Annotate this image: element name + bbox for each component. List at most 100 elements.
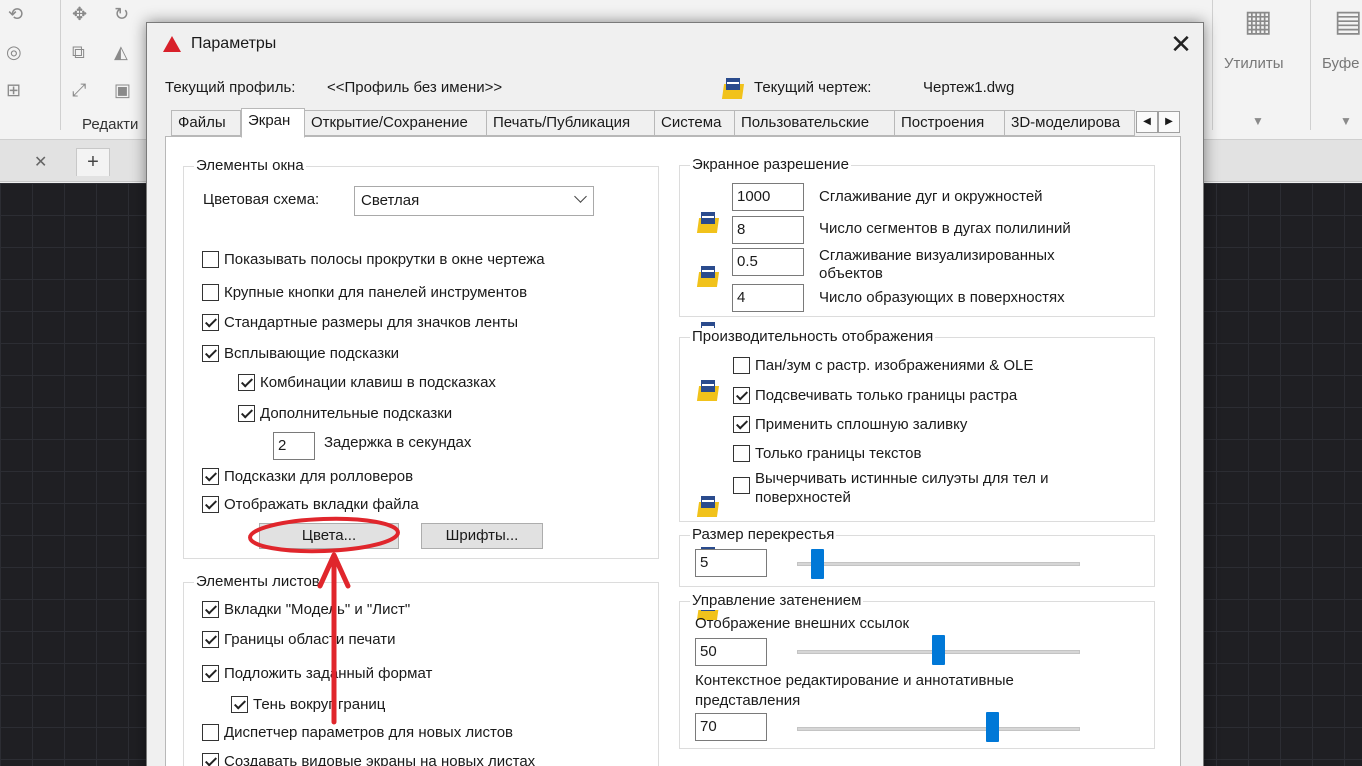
- tab-user-preferences[interactable]: Пользовательские: [735, 110, 895, 136]
- checkbox-large-buttons[interactable]: Крупные кнопки для панелей инструментов: [202, 284, 527, 301]
- crosshair-slider-thumb[interactable]: [810, 549, 824, 579]
- checkbox-ribbon-icons[interactable]: Стандартные размеры для значков ленты: [202, 314, 518, 331]
- inplace-slider-track[interactable]: [797, 727, 1080, 731]
- stretch-icon[interactable]: ⤢: [72, 80, 86, 101]
- checkbox-pan-zoom-raster[interactable]: Пан/зум с растр. изображениями & OLE: [733, 357, 1033, 374]
- tab-drafting[interactable]: Построения: [895, 110, 1005, 136]
- utilities-label[interactable]: Утилиты: [1224, 55, 1284, 72]
- checkbox[interactable]: [231, 696, 248, 713]
- checkbox-scrollbars[interactable]: Показывать полосы прокрутки в окне черте…: [202, 251, 545, 268]
- checkbox[interactable]: [733, 387, 750, 404]
- arc-smoothness-input[interactable]: 1000: [732, 183, 804, 211]
- polyline-segments-input[interactable]: 8: [732, 216, 804, 244]
- ribbon-panel-label[interactable]: Редакти: [82, 116, 138, 133]
- checkbox-true-silhouettes[interactable]: Вычерчивать истинные силуэты для тел и п…: [733, 469, 1093, 507]
- checkbox-paper-shadow[interactable]: Тень вокруг границ: [231, 696, 385, 713]
- checkbox-page-setup-manager[interactable]: Диспетчер параметров для новых листов: [202, 724, 513, 741]
- xref-fade-input[interactable]: 50: [695, 638, 767, 666]
- scale-icon[interactable]: ▣: [114, 80, 131, 101]
- tab-display[interactable]: Экран: [241, 108, 305, 138]
- xref-display-label: Отображение внешних ссылок: [695, 615, 910, 632]
- checkbox-label: Подложить заданный формат: [224, 665, 433, 682]
- tab-plot-publish[interactable]: Печать/Публикация: [487, 110, 655, 136]
- checkbox[interactable]: [202, 284, 219, 301]
- inplace-slider-thumb[interactable]: [986, 712, 999, 742]
- chevron-down-icon: [574, 190, 587, 203]
- checkbox[interactable]: [202, 724, 219, 741]
- contour-lines-label: Число образующих в поверхностях: [819, 289, 1065, 306]
- checkbox[interactable]: [202, 753, 219, 766]
- checkbox[interactable]: [202, 251, 219, 268]
- tab-open-save[interactable]: Открытие/Сохранение: [305, 110, 487, 136]
- checkbox-file-tabs[interactable]: Отображать вкладки файла: [202, 496, 419, 513]
- group-title: Экранное разрешение: [690, 156, 851, 174]
- new-tab-button[interactable]: +: [76, 148, 110, 176]
- grid-icon[interactable]: ⊞: [6, 80, 21, 101]
- colors-button[interactable]: Цвета...: [259, 523, 399, 549]
- current-profile-label: Текущий профиль:: [165, 79, 296, 96]
- checkbox-text-frame-only[interactable]: Только границы текстов: [733, 445, 921, 462]
- checkbox[interactable]: [733, 477, 750, 494]
- checkbox[interactable]: [238, 405, 255, 422]
- close-icon[interactable]: ✕: [34, 152, 47, 172]
- crosshair-size-input[interactable]: 5: [695, 549, 767, 577]
- checkbox-rollover-tooltips[interactable]: Подсказки для ролловеров: [202, 468, 413, 485]
- checkbox-solid-fill[interactable]: Применить сплошную заливку: [733, 416, 967, 433]
- checkbox[interactable]: [733, 416, 750, 433]
- rendered-smoothness-input[interactable]: 0.5: [732, 248, 804, 276]
- checkbox-printable-area[interactable]: Границы области печати: [202, 631, 395, 648]
- checkbox-label: Только границы текстов: [755, 445, 922, 462]
- checkbox[interactable]: [202, 665, 219, 682]
- checkbox-label: Границы области печати: [224, 631, 396, 648]
- tab-3d-modeling[interactable]: 3D-моделирова: [1005, 110, 1135, 136]
- checkbox-paper-background[interactable]: Подложить заданный формат: [202, 665, 432, 682]
- buffer-label[interactable]: Буфе: [1322, 55, 1360, 72]
- chevron-down-icon[interactable]: ▼: [1252, 114, 1264, 128]
- checkbox-label: Диспетчер параметров для новых листов: [224, 724, 514, 741]
- checkbox[interactable]: [733, 357, 750, 374]
- checkbox[interactable]: [202, 314, 219, 331]
- refresh-icon[interactable]: ↻: [114, 4, 129, 25]
- tab-scroll-right-button[interactable]: ▶: [1158, 111, 1180, 133]
- checkbox-highlight-raster-frame[interactable]: Подсвечивать только границы растра: [733, 387, 1017, 404]
- checkbox-extended-tooltips[interactable]: Дополнительные подсказки: [238, 405, 452, 422]
- checkbox[interactable]: [238, 374, 255, 391]
- tab-files[interactable]: Файлы: [171, 110, 241, 136]
- copy-icon[interactable]: ⧉: [72, 42, 85, 63]
- chevron-down-icon[interactable]: ▼: [1340, 114, 1352, 128]
- checkbox[interactable]: [202, 631, 219, 648]
- checkbox-label: Вычерчивать истинные силуэты для тел и п…: [755, 470, 1049, 506]
- move-icon[interactable]: ✥: [72, 4, 87, 25]
- checkbox[interactable]: [202, 496, 219, 513]
- checkbox-tooltips[interactable]: Всплывающие подсказки: [202, 345, 399, 362]
- tab-scroll-left-button[interactable]: ◀: [1136, 111, 1158, 133]
- ribbon-separator: [60, 0, 61, 130]
- xref-slider-thumb[interactable]: [932, 635, 945, 665]
- tab-system[interactable]: Система: [655, 110, 735, 136]
- group-title: Размер перекрестья: [690, 526, 837, 544]
- checkbox-model-layout-tabs[interactable]: Вкладки "Модель" и "Лист": [202, 601, 410, 618]
- checkbox[interactable]: [733, 445, 750, 462]
- checkbox[interactable]: [202, 601, 219, 618]
- checkbox-shortcut-keys[interactable]: Комбинации клавиш в подсказках: [238, 374, 496, 391]
- checkbox[interactable]: [202, 468, 219, 485]
- close-button[interactable]: ✕: [1165, 29, 1197, 61]
- checkbox-label: Показывать полосы прокрутки в окне черте…: [224, 251, 545, 268]
- clipboard-icon[interactable]: ▤: [1334, 4, 1362, 39]
- checkbox-label: Стандартные размеры для значков ленты: [224, 314, 519, 331]
- color-scheme-select[interactable]: Светлая: [354, 186, 594, 216]
- contour-lines-input[interactable]: 4: [732, 284, 804, 312]
- checkbox[interactable]: [202, 345, 219, 362]
- rotate-icon[interactable]: ⟲: [8, 4, 23, 25]
- polyline-segments-label: Число сегментов в дугах полилиний: [819, 220, 1071, 237]
- view-icon[interactable]: ◎: [6, 42, 22, 63]
- checkbox-label: Пан/зум с растр. изображениями & OLE: [755, 357, 1034, 374]
- inplace-fade-input[interactable]: 70: [695, 713, 767, 741]
- delay-input[interactable]: 2: [273, 432, 315, 460]
- checkbox-label: Отображать вкладки файла: [224, 496, 419, 513]
- fonts-button[interactable]: Шрифты...: [421, 523, 543, 549]
- mirror-icon[interactable]: ◭: [114, 42, 128, 63]
- calculator-icon[interactable]: ▦: [1244, 4, 1272, 39]
- checkbox-create-viewports[interactable]: Создавать видовые экраны на новых листах: [202, 753, 535, 766]
- crosshair-slider-track[interactable]: [797, 562, 1080, 566]
